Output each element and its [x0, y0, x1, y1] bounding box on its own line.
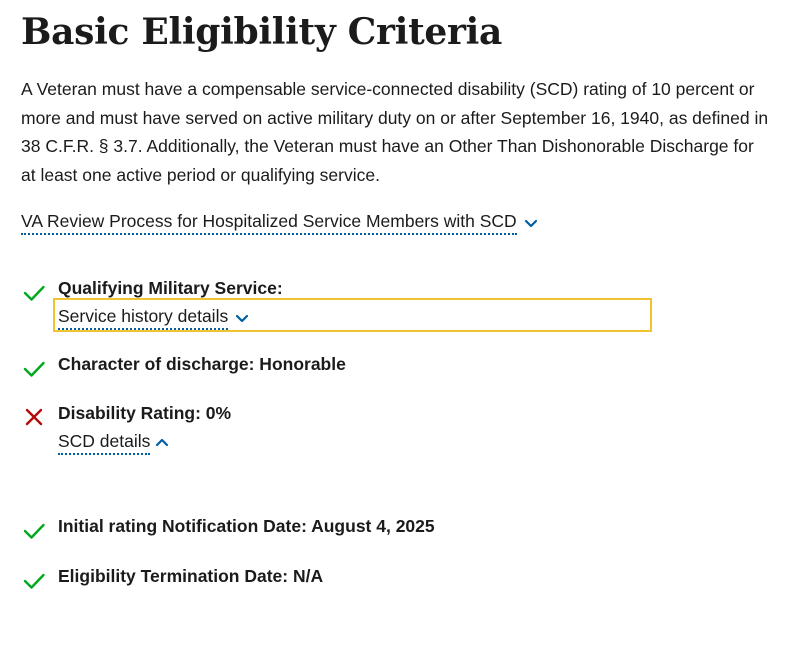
review-process-toggle-label: VA Review Process for Hospitalized Servi…	[21, 210, 517, 235]
criteria-character-of-discharge: Character of discharge: Honorable	[21, 352, 661, 382]
checkmark-icon	[23, 573, 45, 589]
criteria-initial-rating-date: Initial rating Notification Date: August…	[21, 514, 661, 544]
criteria-disability-rating: Disability Rating: 0% SCD details	[21, 401, 661, 461]
review-process-toggle[interactable]: VA Review Process for Hospitalized Servi…	[21, 210, 539, 235]
scd-details-label: SCD details	[58, 430, 151, 455]
initial-rating-date-label: Initial rating Notification Date: August…	[58, 516, 435, 536]
criteria-eligibility-termination-date: Eligibility Termination Date: N/A	[21, 564, 661, 594]
checkmark-icon	[23, 361, 45, 377]
disability-rating-label: Disability Rating: 0%	[58, 403, 232, 423]
character-of-discharge-label: Character of discharge: Honorable	[58, 354, 346, 374]
focus-outline	[53, 298, 652, 332]
checkmark-icon	[23, 523, 45, 539]
checkmark-icon	[23, 285, 45, 301]
chevron-down-icon	[524, 219, 537, 227]
page-title: Basic Eligibility Criteria	[21, 11, 503, 53]
eligibility-intro-text: A Veteran must have a compensable servic…	[21, 79, 769, 186]
scd-details-toggle[interactable]: SCD details	[58, 430, 170, 455]
chevron-up-icon	[156, 438, 169, 446]
qualifying-service-label: Qualifying Military Service:	[58, 278, 283, 298]
x-icon	[25, 408, 43, 426]
eligibility-termination-date-label: Eligibility Termination Date: N/A	[58, 566, 324, 586]
